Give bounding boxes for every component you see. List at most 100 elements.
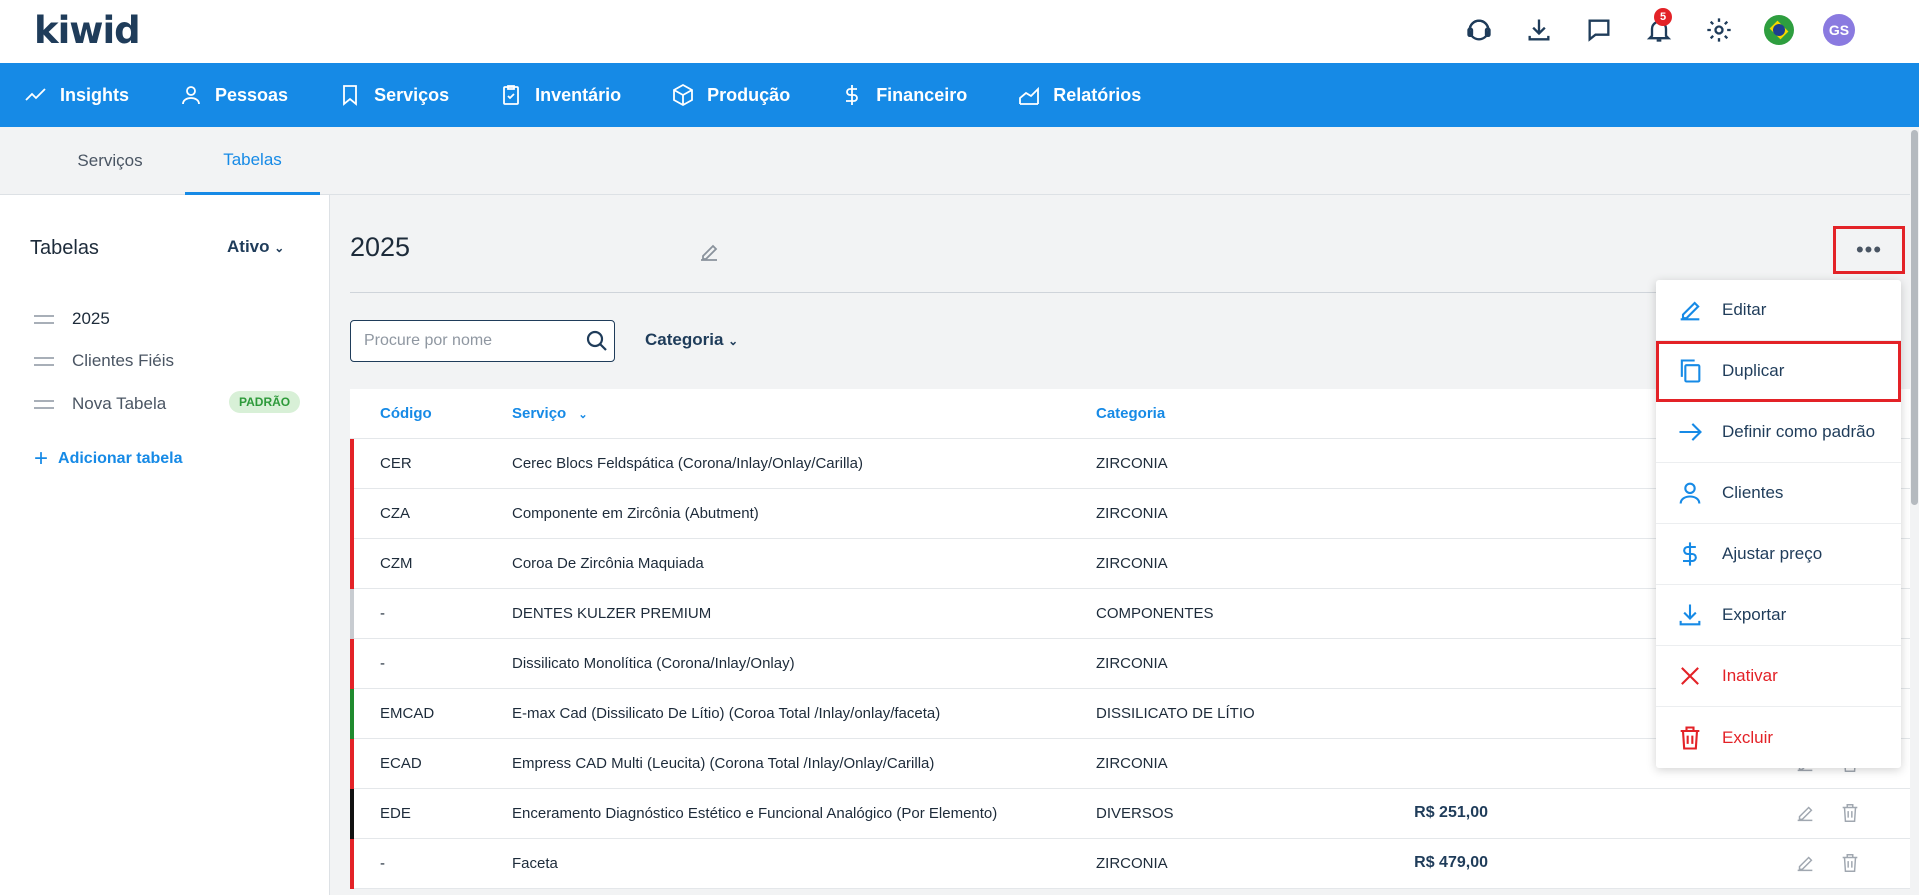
cell-category: DIVERSOS [1096,805,1174,822]
trend-line-icon [25,88,46,101]
menu-item-exportar[interactable]: Exportar [1656,585,1901,646]
nav-label: Produção [707,84,791,105]
column-category[interactable]: Categoria [1096,405,1165,422]
category-color-bar [350,689,354,739]
column-service-label: Serviço [512,405,567,422]
download-icon[interactable] [1509,12,1569,48]
tab-servicos[interactable]: Serviços [60,127,160,195]
category-filter-dropdown[interactable]: Categoria ⌄ [645,330,738,350]
sidebar-item-nova-tabela[interactable]: Nova Tabela [34,392,166,416]
category-color-bar [350,539,354,589]
delete-row-icon[interactable] [1839,852,1861,874]
table-row[interactable]: - Faceta ZIRCONIA R$ 479,00 [350,839,1910,889]
dollar-icon [846,85,859,105]
search-icon[interactable] [585,329,609,353]
cell-service: Dissilicato Monolítica (Corona/Inlay/Onl… [512,655,795,672]
nav-servicos[interactable]: Serviços [338,83,449,107]
delete-row-icon[interactable] [1839,802,1861,824]
nav-inventario[interactable]: Inventário [499,83,621,107]
sort-chevron-icon: ⌄ [578,409,588,421]
gear-icon[interactable] [1689,12,1749,48]
cell-code: CZM [380,555,413,572]
user-menu[interactable]: GS [1809,12,1869,48]
cell-price: R$ 479,00 [1414,854,1488,871]
menu-item-definir-como-padr-o[interactable]: Definir como padrão [1656,402,1901,463]
menu-item-inativar[interactable]: Inativar [1656,646,1901,707]
drag-handle-icon[interactable] [34,314,54,324]
menu-item-label: Inativar [1722,666,1778,685]
menu-item-ajustar-pre-o[interactable]: Ajustar preço [1656,524,1901,585]
nav-label: Financeiro [876,84,968,105]
notification-badge: 5 [1654,8,1672,26]
cell-code: CER [380,455,412,472]
chat-icon[interactable] [1569,12,1629,48]
top-header: kiwid 5 GS [0,0,1919,63]
cell-category: ZIRCONIA [1096,505,1168,522]
sidebar-item-clientes-fieis[interactable]: Clientes Fiéis [34,349,174,373]
menu-item-excluir[interactable]: Excluir [1656,707,1901,768]
cell-code: - [380,655,385,672]
status-filter-label: Ativo [227,237,270,256]
language-flag-icon[interactable] [1749,12,1809,48]
column-code[interactable]: Código [380,405,432,422]
menu-item-clientes[interactable]: Clientes [1656,463,1901,524]
drag-handle-icon[interactable] [34,399,54,409]
add-table-button[interactable]: + Adicionar tabela [34,445,183,473]
nav-producao[interactable]: Produção [671,83,790,107]
cell-category: ZIRCONIA [1096,455,1168,472]
more-options-button[interactable]: ••• [1833,226,1905,274]
main-nav: Insights Pessoas Serviços Inventário Pro… [0,63,1919,127]
x-icon [1681,667,1699,685]
cell-category: ZIRCONIA [1096,755,1168,772]
nav-insights[interactable]: Insights [24,83,129,107]
cell-price: R$ 251,00 [1414,804,1488,821]
cell-category: COMPONENTES [1096,605,1214,622]
nav-pessoas[interactable]: Pessoas [179,83,288,107]
menu-item-editar[interactable]: Editar [1656,280,1901,341]
sidebar-title: Tabelas [30,237,99,259]
area-chart-icon [1019,86,1040,105]
edit-row-icon[interactable] [1794,852,1816,874]
menu-item-label: Excluir [1722,727,1774,747]
status-filter-dropdown[interactable]: Ativo ⌄ [227,237,284,257]
avatar: GS [1823,14,1855,46]
search-input[interactable] [364,332,574,350]
person-icon [1679,482,1701,504]
edit-title-icon[interactable] [697,240,721,264]
scrollbar-thumb[interactable] [1911,130,1918,505]
divider [350,292,1690,293]
copy-icon [1680,359,1701,383]
category-color-bar [350,589,354,639]
header-actions: 5 GS [1449,8,1869,48]
edit-row-icon[interactable] [1794,802,1816,824]
sidebar-item-label: Clientes Fiéis [72,351,175,370]
category-color-bar [350,789,354,839]
tables-sidebar: Tabelas Ativo ⌄ 2025 Clientes Fiéis Nova… [0,195,330,895]
support-icon[interactable] [1449,12,1509,48]
menu-item-label: Definir como padrão [1722,422,1876,441]
tab-tabelas[interactable]: Tabelas [185,127,320,195]
menu-item-label: Clientes [1722,483,1784,502]
sidebar-item-2025[interactable]: 2025 [34,307,110,331]
person-icon [182,86,200,105]
cell-code: - [380,605,385,622]
sidebar-item-label: 2025 [72,309,110,328]
add-table-label: Adicionar tabela [58,450,183,467]
cell-category: ZIRCONIA [1096,655,1168,672]
table-row[interactable]: EDE Enceramento Diagnóstico Estético e Fu… [350,789,1910,839]
drag-handle-icon[interactable] [34,356,54,366]
more-dots-icon: ••• [1855,237,1883,262]
column-service[interactable]: Serviço ⌄ [512,405,588,422]
cell-service: DENTES KULZER PREMIUM [512,605,712,622]
nav-financeiro[interactable]: Financeiro [840,83,967,107]
cell-service: Componente em Zircônia (Abutment) [512,505,759,522]
cell-code: - [380,855,385,872]
nav-label: Serviços [374,84,450,105]
menu-item-duplicar[interactable]: Duplicar [1656,341,1901,402]
bell-icon[interactable]: 5 [1629,8,1689,48]
dollar-icon [1683,542,1697,566]
kiwid-logo[interactable]: kiwid [34,9,141,52]
nav-relatorios[interactable]: Relatórios [1017,83,1141,107]
cell-service: Empress CAD Multi (Leucita) (Corona Tota… [512,755,935,772]
menu-item-label: Ajustar preço [1722,544,1823,563]
